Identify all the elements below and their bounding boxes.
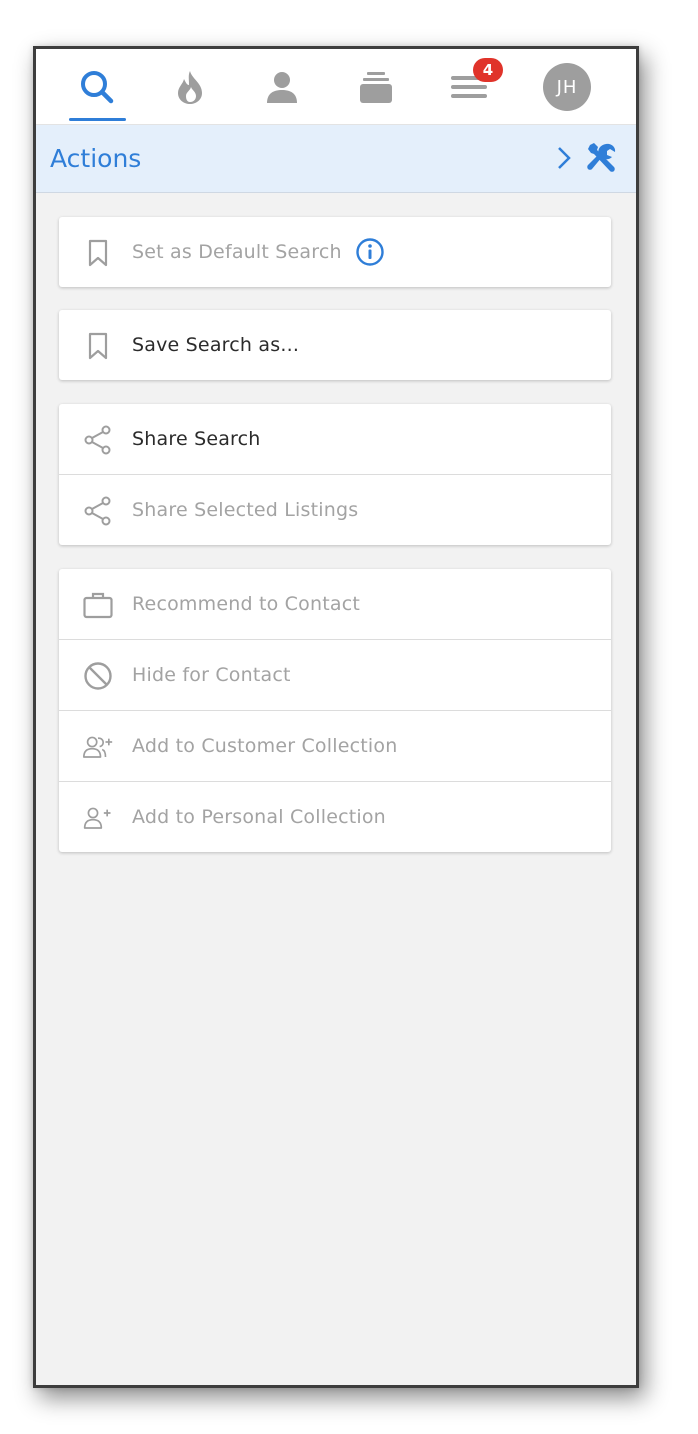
nav-hot[interactable] <box>155 49 225 124</box>
hide-for-contact-row[interactable]: Hide for Contact <box>59 639 611 710</box>
set-default-search-label: Set as Default Search <box>132 241 342 263</box>
save-search-row[interactable]: Save Search as... <box>59 310 611 380</box>
add-customer-collection-row[interactable]: Add to Customer Collection <box>59 710 611 781</box>
add-users-icon <box>83 732 113 762</box>
share-icon <box>83 425 113 455</box>
add-customer-collection-label: Add to Customer Collection <box>132 735 398 757</box>
recommend-to-contact-row[interactable]: Recommend to Contact <box>59 569 611 639</box>
bookmark-icon <box>83 238 113 268</box>
action-card-save: Save Search as... <box>59 310 611 380</box>
share-search-label: Share Search <box>132 428 261 450</box>
share-selected-listings-row[interactable]: Share Selected Listings <box>59 474 611 545</box>
search-icon <box>81 70 114 103</box>
add-personal-collection-label: Add to Personal Collection <box>132 806 386 828</box>
recommend-to-contact-label: Recommend to Contact <box>132 593 360 615</box>
save-search-label: Save Search as... <box>132 334 300 356</box>
tools-icon[interactable] <box>586 141 618 173</box>
nav-collections[interactable] <box>341 49 411 124</box>
share-search-row[interactable]: Share Search <box>59 404 611 474</box>
person-icon <box>267 71 297 103</box>
page-title: Actions <box>50 144 142 173</box>
add-personal-collection-row[interactable]: Add to Personal Collection <box>59 781 611 852</box>
notification-badge: 4 <box>473 58 503 82</box>
hide-for-contact-label: Hide for Contact <box>132 664 291 686</box>
nav-search[interactable] <box>62 49 132 124</box>
share-selected-listings-label: Share Selected Listings <box>132 499 359 521</box>
nav-active-indicator <box>69 118 126 121</box>
action-card-share: Share Search Share Selected Listings <box>59 404 611 545</box>
app-window: 4 JH Actions Set as Default Search Save … <box>33 46 639 1388</box>
actions-header: Actions <box>36 125 636 193</box>
set-default-search-row[interactable]: Set as Default Search <box>59 217 611 287</box>
info-icon[interactable] <box>355 237 385 267</box>
flame-icon <box>178 70 202 104</box>
action-card-default: Set as Default Search <box>59 217 611 287</box>
briefcase-icon <box>83 590 113 620</box>
stack-icon <box>360 71 392 103</box>
share-icon <box>83 496 113 526</box>
add-user-icon <box>83 803 113 833</box>
avatar[interactable]: JH <box>543 63 591 111</box>
block-icon <box>83 661 113 691</box>
bookmark-icon <box>83 331 113 361</box>
nav-contacts[interactable] <box>247 49 317 124</box>
chevron-right-icon[interactable] <box>556 145 572 171</box>
action-card-contact: Recommend to Contact Hide for Contact Ad… <box>59 569 611 852</box>
top-nav: 4 JH <box>36 49 636 125</box>
